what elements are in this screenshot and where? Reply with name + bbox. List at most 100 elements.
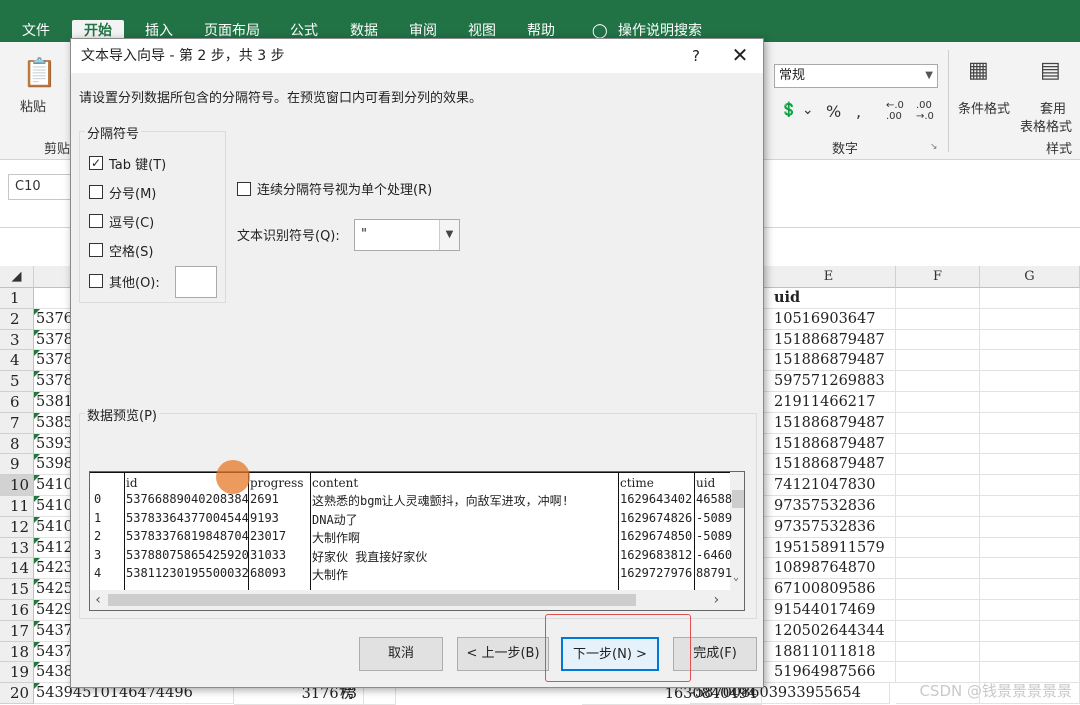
row-header[interactable]: 4 xyxy=(0,350,34,372)
cell-e[interactable]: 21911466217 xyxy=(762,392,896,413)
row-header[interactable]: 15 xyxy=(0,579,34,600)
cell-a[interactable]: 5385 xyxy=(34,412,74,434)
cell-empty[interactable] xyxy=(896,475,980,496)
cell-empty[interactable] xyxy=(896,600,980,621)
cell-e[interactable]: 10898764870 xyxy=(762,558,896,580)
cell-e[interactable]: 195158911579 xyxy=(762,537,896,559)
cell-e[interactable]: 91544017469 xyxy=(762,600,896,621)
cell-empty[interactable] xyxy=(896,308,980,330)
cell-empty[interactable] xyxy=(980,392,1080,413)
help-button[interactable]: ? xyxy=(681,39,711,73)
cell-e[interactable]: 51964987566 xyxy=(762,662,896,684)
checkbox-icon[interactable] xyxy=(89,214,103,228)
cell-empty[interactable] xyxy=(980,537,1080,559)
cell-e[interactable]: 597571269883 xyxy=(762,371,896,392)
number-format-select[interactable]: 常规 ▼ xyxy=(774,64,938,88)
row-header[interactable]: 1 xyxy=(0,288,34,309)
cell-empty[interactable] xyxy=(980,350,1080,372)
row-header[interactable]: 2 xyxy=(0,308,34,330)
cell-e[interactable]: 67100809586 xyxy=(762,579,896,600)
preview-column-break[interactable] xyxy=(618,472,619,590)
cell-empty[interactable] xyxy=(896,329,980,351)
cell-e[interactable]: 74121047830 xyxy=(762,475,896,496)
cell-a[interactable]: 5398 xyxy=(34,454,74,476)
table-format-label-1[interactable]: 套用 xyxy=(1040,98,1066,117)
currency-icon[interactable]: 💲 ⌄ xyxy=(780,102,814,118)
cell-empty[interactable] xyxy=(980,620,1080,642)
cell-a[interactable]: 5437 xyxy=(34,641,74,663)
row-header[interactable]: 14 xyxy=(0,558,34,580)
cell-empty[interactable] xyxy=(980,371,1080,392)
cell-a[interactable]: 5376 xyxy=(34,308,74,330)
cell-a[interactable]: 5410 xyxy=(34,516,74,538)
row-header[interactable]: 12 xyxy=(0,516,34,538)
cell-a[interactable]: 5378 xyxy=(34,350,74,372)
cell-empty[interactable] xyxy=(896,433,980,455)
cell-e[interactable]: 151886879487 xyxy=(762,350,896,372)
cell-a[interactable]: 5438 xyxy=(34,662,74,684)
conditional-format-icon[interactable]: ▦ xyxy=(968,58,989,83)
tab-file[interactable]: 文件 xyxy=(22,20,50,42)
row-header[interactable]: 16 xyxy=(0,600,34,621)
cell-empty[interactable] xyxy=(980,600,1080,621)
preview-horizontal-scrollbar[interactable]: ‹ › xyxy=(90,590,744,610)
select-all-corner[interactable]: ◢ xyxy=(0,266,34,288)
cell-e[interactable]: 120502644344 xyxy=(762,620,896,642)
comma-delimiter-checkbox[interactable]: 逗号(C) xyxy=(89,211,154,231)
checkbox-icon[interactable] xyxy=(89,274,103,288)
cell-empty[interactable] xyxy=(980,579,1080,600)
table-format-icon[interactable]: ▤ xyxy=(1040,58,1061,83)
column-header-g[interactable]: G xyxy=(980,266,1080,288)
scroll-left-icon[interactable]: ‹ xyxy=(94,592,102,608)
cell-empty[interactable] xyxy=(980,329,1080,351)
row-header[interactable]: 7 xyxy=(0,412,34,434)
cell-empty[interactable] xyxy=(896,454,980,476)
row-header[interactable]: 10 xyxy=(0,475,34,496)
cell-empty[interactable] xyxy=(896,537,980,559)
preview-column-break[interactable] xyxy=(124,472,125,590)
cell-a[interactable]: 5425 xyxy=(34,579,74,600)
cell-e[interactable]: 151886879487 xyxy=(762,329,896,351)
column-header-e[interactable]: E xyxy=(762,266,896,288)
checkbox-icon[interactable] xyxy=(89,185,103,199)
row-header[interactable]: 18 xyxy=(0,641,34,663)
cell-a[interactable]: 5412 xyxy=(34,537,74,559)
cell-empty[interactable] xyxy=(980,433,1080,455)
cell-a[interactable]: 5378 xyxy=(34,329,74,351)
cell-e[interactable]: 10516903647 xyxy=(762,308,896,330)
semicolon-delimiter-checkbox[interactable]: 分号(M) xyxy=(89,182,156,202)
cell-empty[interactable] xyxy=(896,620,980,642)
decrease-decimal-icon[interactable]: .00 →.0 xyxy=(916,100,934,122)
scroll-thumb[interactable] xyxy=(108,594,636,606)
cell-a[interactable]: 5429 xyxy=(34,600,74,621)
text-qualifier-select[interactable]: " ▼ xyxy=(354,219,460,251)
cell-empty[interactable] xyxy=(980,412,1080,434)
paste-icon[interactable]: 📋 xyxy=(22,56,57,89)
cell-empty[interactable] xyxy=(896,579,980,600)
checkbox-icon[interactable] xyxy=(89,243,103,257)
preview-vertical-scrollbar[interactable]: ⌄ xyxy=(730,472,744,590)
column-header-f[interactable]: F xyxy=(896,266,980,288)
scroll-right-icon[interactable]: › xyxy=(712,592,720,608)
row-header[interactable]: 8 xyxy=(0,433,34,455)
cancel-button[interactable]: 取消 xyxy=(359,637,443,671)
row-header[interactable]: 19 xyxy=(0,662,34,684)
cell-empty[interactable] xyxy=(980,516,1080,538)
paste-button-label[interactable]: 粘贴 xyxy=(20,96,46,115)
cell-a[interactable]: 5437 xyxy=(34,620,74,642)
space-delimiter-checkbox[interactable]: 空格(S) xyxy=(89,240,153,260)
cell-empty[interactable] xyxy=(896,412,980,434)
data-preview-table[interactable]: ⌄ ‹ › id progress content ctime uid 0 53766889… xyxy=(89,471,745,611)
close-button[interactable]: ✕ xyxy=(723,39,757,73)
cell-empty[interactable] xyxy=(896,350,980,372)
row-header[interactable]: 20 xyxy=(0,683,34,704)
cell-e[interactable]: 151886879487 xyxy=(762,433,896,455)
scroll-down-icon[interactable]: ⌄ xyxy=(733,572,739,583)
increase-decimal-icon[interactable]: ←.0.00 xyxy=(886,100,904,122)
checkbox-checked-icon[interactable]: ✓ xyxy=(89,156,103,170)
cell-e[interactable]: 151886879487 xyxy=(762,454,896,476)
cell-empty[interactable] xyxy=(896,371,980,392)
back-button[interactable]: < 上一步(B) xyxy=(457,637,549,671)
tab-delimiter-checkbox[interactable]: ✓ Tab 键(T) xyxy=(89,153,166,173)
checkbox-icon[interactable] xyxy=(237,181,251,196)
